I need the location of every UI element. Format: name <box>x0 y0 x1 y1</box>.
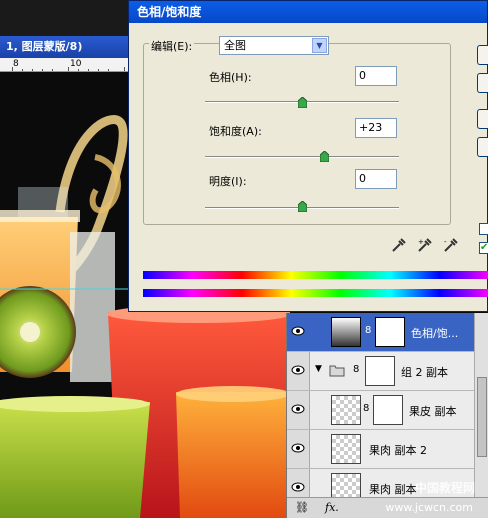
edit-dropdown[interactable]: 全图 ▼ <box>219 36 329 55</box>
eye-icon[interactable] <box>291 404 305 414</box>
layer-row-hue-saturation[interactable]: 8 色相/饱... <box>287 313 475 352</box>
saturation-input[interactable]: +23 <box>355 118 397 138</box>
folder-icon <box>329 365 345 377</box>
output-spectrum-bar <box>143 289 488 297</box>
eye-icon[interactable] <box>291 326 305 336</box>
layer-row-pulp-2[interactable]: 果肉 副本 2 <box>287 430 475 469</box>
colorize-checkbox[interactable] <box>479 223 488 235</box>
eye-icon[interactable] <box>291 482 305 492</box>
svg-text:-: - <box>444 238 447 246</box>
layer-name: 果肉 副本 2 <box>369 444 427 457</box>
edit-label: 编辑(E): <box>149 38 195 54</box>
document-title: 1, 图层蒙版/8) <box>6 40 83 53</box>
hue-saturation-dialog: 色相/饱和度 编辑(E): 全图 ▼ 色相(H): 0 饱和度(A): +23 … <box>128 0 488 312</box>
chain-icon: 8 <box>363 403 370 414</box>
hue-label: 色相(H): <box>209 71 252 84</box>
svg-text:+: + <box>418 238 424 246</box>
saturation-slider-knob[interactable] <box>320 151 329 162</box>
fx-button[interactable]: fx. <box>325 501 339 514</box>
lightness-input[interactable]: 0 <box>355 169 397 189</box>
edit-dropdown-value: 全图 <box>224 39 246 52</box>
settings-group <box>143 43 451 225</box>
dialog-title: 色相/饱和度 <box>137 5 202 19</box>
lightness-slider-knob[interactable] <box>298 201 307 212</box>
input-spectrum-bar <box>143 271 488 279</box>
watermark-url: www.jcwcn.com <box>385 501 473 514</box>
link-layers-icon[interactable]: ⛓ <box>295 501 309 514</box>
chain-icon: 8 <box>365 325 372 336</box>
cancel-button[interactable] <box>477 73 488 93</box>
scrollbar-thumb[interactable] <box>477 377 487 457</box>
layer-name: 果肉 副本 <box>369 483 417 496</box>
eye-icon[interactable] <box>291 365 305 375</box>
dialog-title-bar[interactable]: 色相/饱和度 <box>129 1 487 23</box>
save-button[interactable] <box>477 137 488 157</box>
layer-thumbnail <box>331 434 361 464</box>
ok-button[interactable] <box>477 45 488 65</box>
lightness-label: 明度(I): <box>209 175 247 188</box>
eyedropper-minus-icon[interactable]: - <box>443 237 459 253</box>
chevron-down-icon[interactable]: ▼ <box>312 38 327 53</box>
load-button[interactable] <box>477 109 488 129</box>
layers-scrollbar[interactable] <box>474 313 488 503</box>
layer-row-peel[interactable]: 8 果皮 副本 <box>287 391 475 430</box>
expand-triangle-icon[interactable]: ▼ <box>315 364 322 374</box>
document-title-bar[interactable]: 1, 图层蒙版/8) <box>0 36 140 58</box>
hue-slider-knob[interactable] <box>298 97 307 108</box>
saturation-slider-track[interactable] <box>205 156 399 158</box>
eyedropper-plus-icon[interactable]: + <box>417 237 433 253</box>
ruler-label-10: 10 <box>70 59 82 69</box>
adjustment-thumbnail <box>331 317 361 347</box>
preview-checkbox[interactable]: ✔ <box>479 242 488 254</box>
watermark-text: 中国教程网 <box>414 481 475 495</box>
ruler-label-8: 8 <box>13 59 19 69</box>
eyedropper-icon[interactable] <box>391 237 407 253</box>
layer-name: 组 2 副本 <box>401 366 448 379</box>
mask-thumbnail <box>373 395 403 425</box>
hue-input[interactable]: 0 <box>355 66 397 86</box>
layer-name: 果皮 副本 <box>409 405 457 418</box>
layer-row-group[interactable]: ▼ 8 组 2 副本 <box>287 352 475 391</box>
layer-thumbnail <box>331 395 361 425</box>
group-mask-thumbnail <box>365 356 395 386</box>
horizontal-ruler: 8 10 <box>0 58 140 72</box>
saturation-label: 饱和度(A): <box>209 125 262 138</box>
chain-icon: 8 <box>353 364 360 375</box>
layers-panel: 8 色相/饱... ▼ 8 组 2 副本 8 果皮 副本 果肉 副本 2 果肉 … <box>286 313 488 518</box>
mask-thumbnail <box>375 317 405 347</box>
layer-name: 色相/饱... <box>411 327 459 340</box>
eye-icon[interactable] <box>291 443 305 453</box>
